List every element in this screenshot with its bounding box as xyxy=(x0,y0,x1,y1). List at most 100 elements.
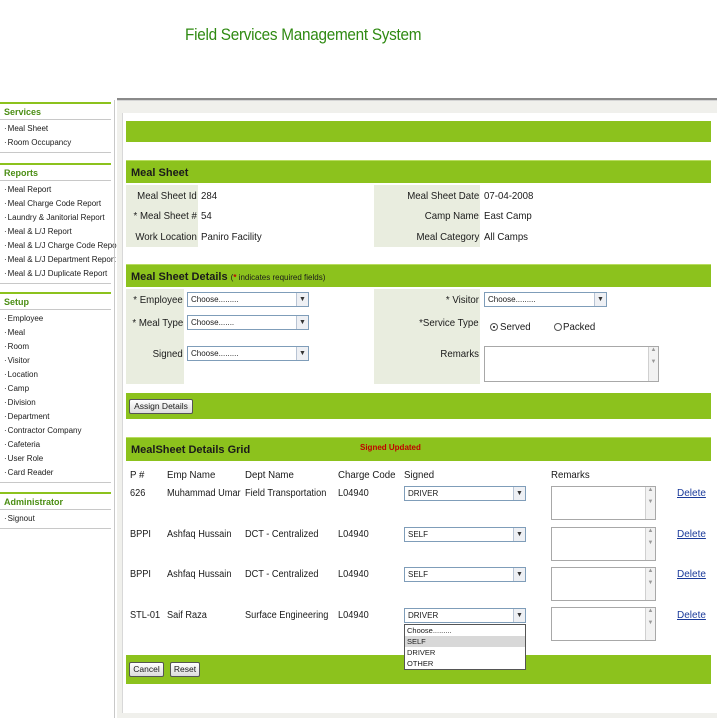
signed-label: Signed xyxy=(152,348,183,360)
row-4-emp: Saif Raza xyxy=(167,610,207,621)
row-1-signed-select[interactable]: DRIVER ▼ xyxy=(404,486,526,501)
row-2-signed-select[interactable]: SELF ▼ xyxy=(404,527,526,542)
work-location-label: Work Location xyxy=(135,231,197,243)
row-2-delete-link[interactable]: Delete xyxy=(677,529,706,540)
employee-select[interactable]: Choose......... ▼ xyxy=(187,292,309,307)
remarks-label: Remarks xyxy=(440,348,479,360)
sidebar-item-card-reader[interactable]: Card Reader xyxy=(0,466,111,480)
row-1-dept: Field Transportation xyxy=(245,488,327,499)
sidebar-item-contractor-company[interactable]: Contractor Company xyxy=(0,424,111,438)
meal-sheet-date-label: Meal Sheet Date xyxy=(407,190,479,202)
row-3-code: L04940 xyxy=(338,569,369,580)
sidebar-reports: Reports Meal Report Meal Charge Code Rep… xyxy=(0,163,122,284)
sidebar-heading-administrator: Administrator xyxy=(0,492,111,510)
meal-sheet-number-label: * Meal Sheet # xyxy=(133,210,197,222)
sidebar-item-room[interactable]: Room xyxy=(0,340,111,354)
sidebar-item-employee[interactable]: Employee xyxy=(0,312,111,326)
row-3-delete-link[interactable]: Delete xyxy=(677,569,706,580)
sidebar-item-meal[interactable]: Meal xyxy=(0,326,111,340)
sidebar-heading-reports: Reports xyxy=(0,163,111,181)
chevron-down-icon: ▼ xyxy=(594,293,606,306)
sidebar-item-camp[interactable]: Camp xyxy=(0,382,111,396)
sidebar-item-user-role[interactable]: User Role xyxy=(0,452,111,466)
sidebar-item-location[interactable]: Location xyxy=(0,368,111,382)
row-4-signed-select[interactable]: DRIVER ▼ xyxy=(404,608,526,623)
signed-dropdown-list[interactable]: Choose......... SELF DRIVER OTHER xyxy=(404,624,526,670)
sidebar-item-meal-lj-charge-code-report[interactable]: Meal & L/J Charge Code Report xyxy=(0,239,122,253)
row-4-remarks[interactable]: ▲ ▼ xyxy=(551,607,656,641)
chevron-down-icon: ▼ xyxy=(513,487,525,500)
row-4-delete-link[interactable]: Delete xyxy=(677,610,706,621)
chevron-down-icon: ▼ xyxy=(513,568,525,581)
meal-sheet-id-label: Meal Sheet Id xyxy=(137,190,197,202)
row-2-remarks[interactable]: ▲ ▼ xyxy=(551,527,656,561)
meal-sheet-details-title: Meal Sheet Details xyxy=(131,271,228,283)
sidebar-heading-setup: Setup xyxy=(0,292,111,310)
grid-title: MealSheet Details Grid xyxy=(131,444,251,456)
sidebar-divider xyxy=(114,100,115,718)
row-1-delete-link[interactable]: Delete xyxy=(677,488,706,499)
scrollbar[interactable]: ▲ ▼ xyxy=(645,487,655,519)
sidebar-item-meal-lj-department-report[interactable]: Meal & L/J Department Report xyxy=(0,253,116,267)
column-header-charge-code: Charge Code xyxy=(338,469,396,481)
row-2-emp: Ashfaq Hussain xyxy=(167,529,232,540)
sidebar-item-meal-sheet[interactable]: Meal Sheet xyxy=(0,122,111,136)
chevron-down-icon: ▼ xyxy=(296,293,308,306)
reset-button[interactable]: Reset xyxy=(170,662,200,677)
packed-radio[interactable] xyxy=(554,323,562,331)
sidebar-item-meal-charge-code-report[interactable]: Meal Charge Code Report xyxy=(0,197,111,211)
remarks-textarea[interactable]: ▲ ▼ xyxy=(484,346,659,382)
row-4-dept: Surface Engineering xyxy=(245,610,329,621)
row-1-remarks[interactable]: ▲ ▼ xyxy=(551,486,656,520)
employee-label: * Employee xyxy=(133,294,183,306)
row-3-dept: DCT - Centralized xyxy=(245,569,319,580)
signed-select[interactable]: Choose......... ▼ xyxy=(187,346,309,361)
work-location-value: Paniro Facility xyxy=(201,231,262,243)
top-green-bar xyxy=(126,121,711,142)
dropdown-option-choose[interactable]: Choose......... xyxy=(405,625,525,636)
sidebar-item-room-occupancy[interactable]: Room Occupancy xyxy=(0,136,111,150)
sidebar-item-cafeteria[interactable]: Cafeteria xyxy=(0,438,111,452)
dropdown-option-driver[interactable]: DRIVER xyxy=(405,647,525,658)
row-1-p: 626 xyxy=(130,488,146,499)
sidebar-item-meal-report[interactable]: Meal Report xyxy=(0,183,111,197)
sidebar-item-meal-lj-report[interactable]: Meal & L/J Report xyxy=(0,225,111,239)
sidebar-item-department[interactable]: Department xyxy=(0,410,111,424)
chevron-down-icon: ▼ xyxy=(513,528,525,541)
assign-bar xyxy=(126,393,711,419)
sidebar-services: Services Meal Sheet Room Occupancy xyxy=(0,102,111,153)
camp-name-label: Camp Name xyxy=(424,210,479,222)
sidebar-item-signout[interactable]: Signout xyxy=(0,512,111,526)
meal-sheet-header: Meal Sheet xyxy=(126,160,711,183)
meal-sheet-date-value: 07-04-2008 xyxy=(484,190,534,202)
packed-radio-label: Packed xyxy=(563,321,596,333)
scrollbar[interactable]: ▲ ▼ xyxy=(648,347,658,381)
dropdown-option-self[interactable]: SELF xyxy=(405,636,525,647)
sidebar-item-division[interactable]: Division xyxy=(0,396,111,410)
sidebar-item-visitor[interactable]: Visitor xyxy=(0,354,111,368)
served-radio[interactable] xyxy=(490,323,498,331)
scrollbar[interactable]: ▲ ▼ xyxy=(645,528,655,560)
row-2-dept: DCT - Centralized xyxy=(245,529,319,540)
sidebar-heading-services: Services xyxy=(0,102,111,120)
cancel-button[interactable]: Cancel xyxy=(129,662,164,677)
row-3-emp: Ashfaq Hussain xyxy=(167,569,232,580)
column-header-remarks: Remarks xyxy=(551,469,590,481)
service-type-label: *Service Type xyxy=(419,317,479,329)
meal-sheet-number-value: 54 xyxy=(201,210,212,222)
scrollbar[interactable]: ▲ ▼ xyxy=(645,568,655,600)
assign-details-button[interactable]: Assign Details xyxy=(129,399,193,414)
meal-category-label: Meal Category xyxy=(416,231,479,243)
visitor-select[interactable]: Choose......... ▼ xyxy=(484,292,607,307)
dropdown-option-other[interactable]: OTHER xyxy=(405,658,525,669)
row-2-code: L04940 xyxy=(338,529,369,540)
served-radio-label: Served xyxy=(500,321,531,333)
scrollbar[interactable]: ▲ ▼ xyxy=(645,608,655,640)
sidebar-item-laundry-janitorial-report[interactable]: Laundry & Janitorial Report xyxy=(0,211,111,225)
row-3-remarks[interactable]: ▲ ▼ xyxy=(551,567,656,601)
meal-type-select[interactable]: Choose....... ▼ xyxy=(187,315,309,330)
row-3-signed-select[interactable]: SELF ▼ xyxy=(404,567,526,582)
sidebar-item-meal-lj-duplicate-report[interactable]: Meal & L/J Duplicate Report xyxy=(0,267,111,281)
row-3-p: BPPI xyxy=(130,569,151,580)
meal-sheet-title: Meal Sheet xyxy=(131,167,189,179)
